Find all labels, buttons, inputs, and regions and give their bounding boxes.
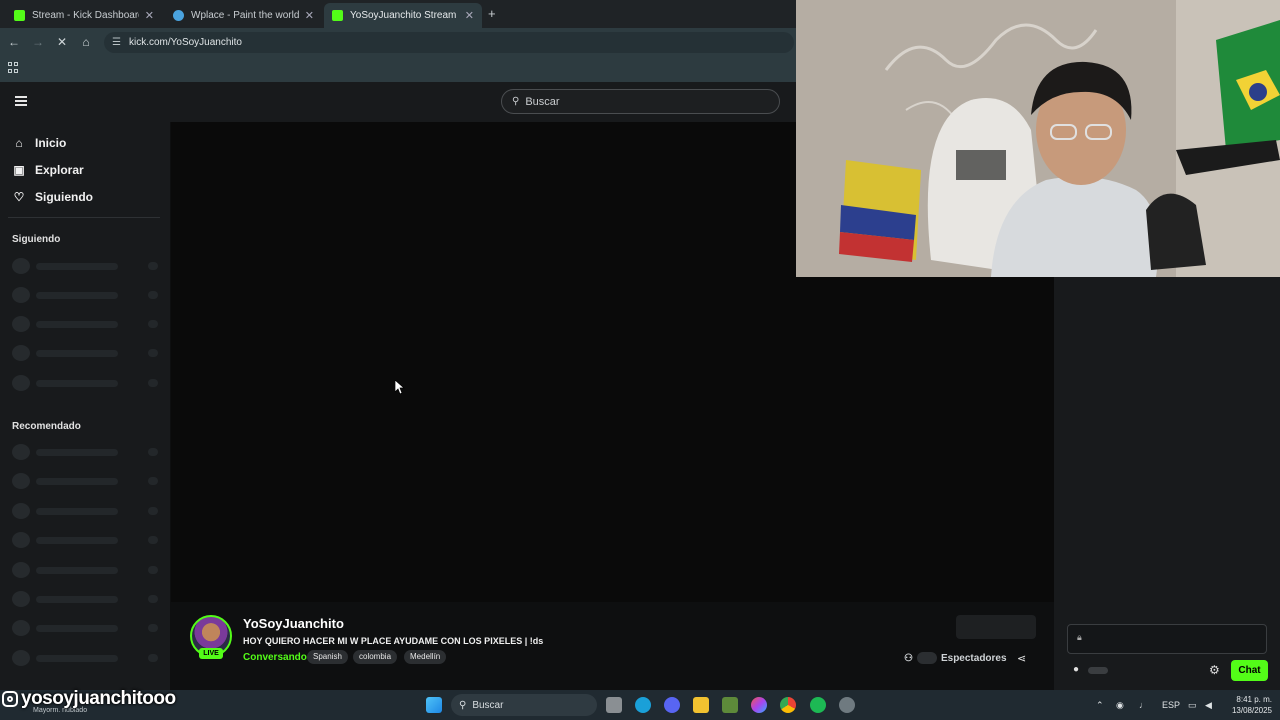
tag-colombia[interactable]: colombia — [353, 650, 398, 664]
channel-skeleton — [12, 503, 160, 519]
kick-favicon-icon — [332, 10, 343, 21]
streamer-name[interactable]: YoSoyJuanchito — [243, 616, 344, 631]
close-tab-icon[interactable]: ✕ — [305, 9, 314, 22]
back-icon[interactable]: ← — [6, 35, 22, 49]
browser-tab-wplace[interactable]: Wplace - Paint the world ✕ — [165, 3, 322, 28]
channel-points-placeholder — [1088, 667, 1108, 674]
edge-icon[interactable] — [635, 697, 651, 713]
sidebar-item-siguiendo[interactable]: ♡ Siguiendo — [12, 190, 93, 204]
viewer-count: ⚇ Espectadores — [904, 652, 1007, 664]
instagram-overlay: yosoyjuanchitooo — [2, 688, 176, 710]
file-explorer-icon[interactable] — [693, 697, 709, 713]
channel-skeleton — [12, 345, 160, 361]
explore-icon: ▣ — [13, 163, 25, 177]
tag-medellin[interactable]: Medellín — [404, 650, 447, 664]
lock-icon: 🔒︎ — [1077, 632, 1082, 642]
section-title-recommended: Recomendado — [12, 421, 81, 432]
chrome-icon[interactable] — [780, 697, 796, 713]
tray-app-icon[interactable]: ◉ — [1116, 700, 1124, 711]
spotify-icon[interactable] — [810, 697, 826, 713]
close-tab-icon[interactable]: ✕ — [465, 9, 474, 22]
instagram-icon — [2, 691, 18, 707]
stream-category[interactable]: Conversando — [243, 652, 307, 663]
forward-icon[interactable]: → — [30, 35, 46, 49]
channel-skeleton — [12, 591, 160, 607]
address-bar[interactable]: ☰ kick.com/YoSoyJuanchito — [104, 32, 794, 53]
stop-loading-icon[interactable]: ✕ — [54, 35, 70, 49]
viewers-icon: ⚇ — [904, 652, 913, 664]
windows-start-icon[interactable] — [426, 697, 442, 713]
clock-time: 8:41 p. m. — [1236, 695, 1272, 704]
tag-spanish[interactable]: Spanish — [307, 650, 348, 664]
search-input[interactable]: ⚲ Buscar — [501, 89, 780, 114]
instagram-handle: yosoyjuanchitooo — [21, 688, 176, 709]
sidebar-item-inicio[interactable]: ⌂ Inicio — [12, 136, 66, 150]
channel-skeleton — [12, 287, 160, 303]
copilot-icon[interactable] — [751, 697, 767, 713]
search-icon: ⚲ — [459, 699, 467, 711]
clock-date: 13/08/2025 — [1231, 706, 1272, 715]
channel-skeleton — [12, 258, 160, 274]
taskbar-search[interactable]: ⚲ Buscar — [451, 694, 597, 716]
taskbar-clock[interactable]: 8:41 p. m. 13/08/2025 — [1224, 694, 1272, 716]
channel-skeleton — [12, 375, 160, 391]
sidebar-item-explorar[interactable]: ▣ Explorar — [12, 163, 83, 177]
share-icon[interactable]: ⋖ — [1017, 652, 1026, 665]
browser-tab-yosoyjuanchito[interactable]: YoSoyJuanchito Stream - Watch ✕ — [324, 3, 482, 28]
close-tab-icon[interactable]: ✕ — [145, 9, 154, 22]
gear-icon[interactable]: ⚙ — [1209, 663, 1220, 677]
channel-skeleton — [12, 444, 160, 460]
channel-skeleton — [12, 650, 160, 666]
mouse-cursor-icon — [395, 380, 405, 394]
channel-points-icon[interactable]: ● — [1073, 664, 1079, 675]
follow-button-placeholder[interactable] — [956, 615, 1036, 639]
home-icon[interactable]: ⌂ — [78, 35, 94, 49]
site-settings-icon[interactable]: ☰ — [112, 37, 121, 48]
channel-skeleton — [12, 620, 160, 636]
channel-skeleton — [12, 316, 160, 332]
new-tab-icon[interactable]: + — [488, 6, 496, 21]
heart-icon: ♡ — [13, 190, 25, 204]
language-indicator[interactable]: ESP — [1162, 700, 1180, 710]
network-icon[interactable]: ▭ — [1188, 700, 1197, 711]
section-title-following: Siguiendo — [12, 234, 61, 245]
volume-icon[interactable]: ◀ — [1205, 700, 1212, 711]
search-icon: ⚲ — [512, 96, 520, 107]
browser-tab-kick-dashboard[interactable]: Stream - Kick Dashboard ✕ — [6, 3, 162, 28]
search-placeholder: Buscar — [525, 95, 560, 108]
task-view-icon[interactable] — [606, 697, 622, 713]
channel-skeleton — [12, 532, 160, 548]
chat-input[interactable] — [1067, 624, 1267, 654]
minecraft-icon[interactable] — [722, 697, 738, 713]
live-badge: LIVE — [199, 648, 223, 659]
apps-grid-icon[interactable] — [8, 62, 19, 73]
microphone-icon[interactable]: ♩ — [1139, 700, 1148, 710]
stream-title: HOY QUIERO HACER MI W PLACE AYUDAME CON … — [243, 636, 544, 646]
channel-skeleton — [12, 473, 160, 489]
discord-icon[interactable] — [664, 697, 680, 713]
globe-favicon-icon — [173, 10, 184, 21]
menu-icon[interactable] — [15, 96, 27, 106]
sidebar-divider — [8, 217, 160, 218]
url-text: kick.com/YoSoyJuanchito — [128, 37, 242, 48]
chat-send-button[interactable]: Chat — [1231, 660, 1268, 681]
channel-skeleton — [12, 562, 160, 578]
app-icon[interactable] — [839, 697, 855, 713]
webcam-overlay — [796, 0, 1280, 277]
tray-chevron-icon[interactable]: ⌃ — [1096, 700, 1104, 711]
kick-favicon-icon — [14, 10, 25, 21]
home-icon: ⌂ — [15, 136, 23, 150]
